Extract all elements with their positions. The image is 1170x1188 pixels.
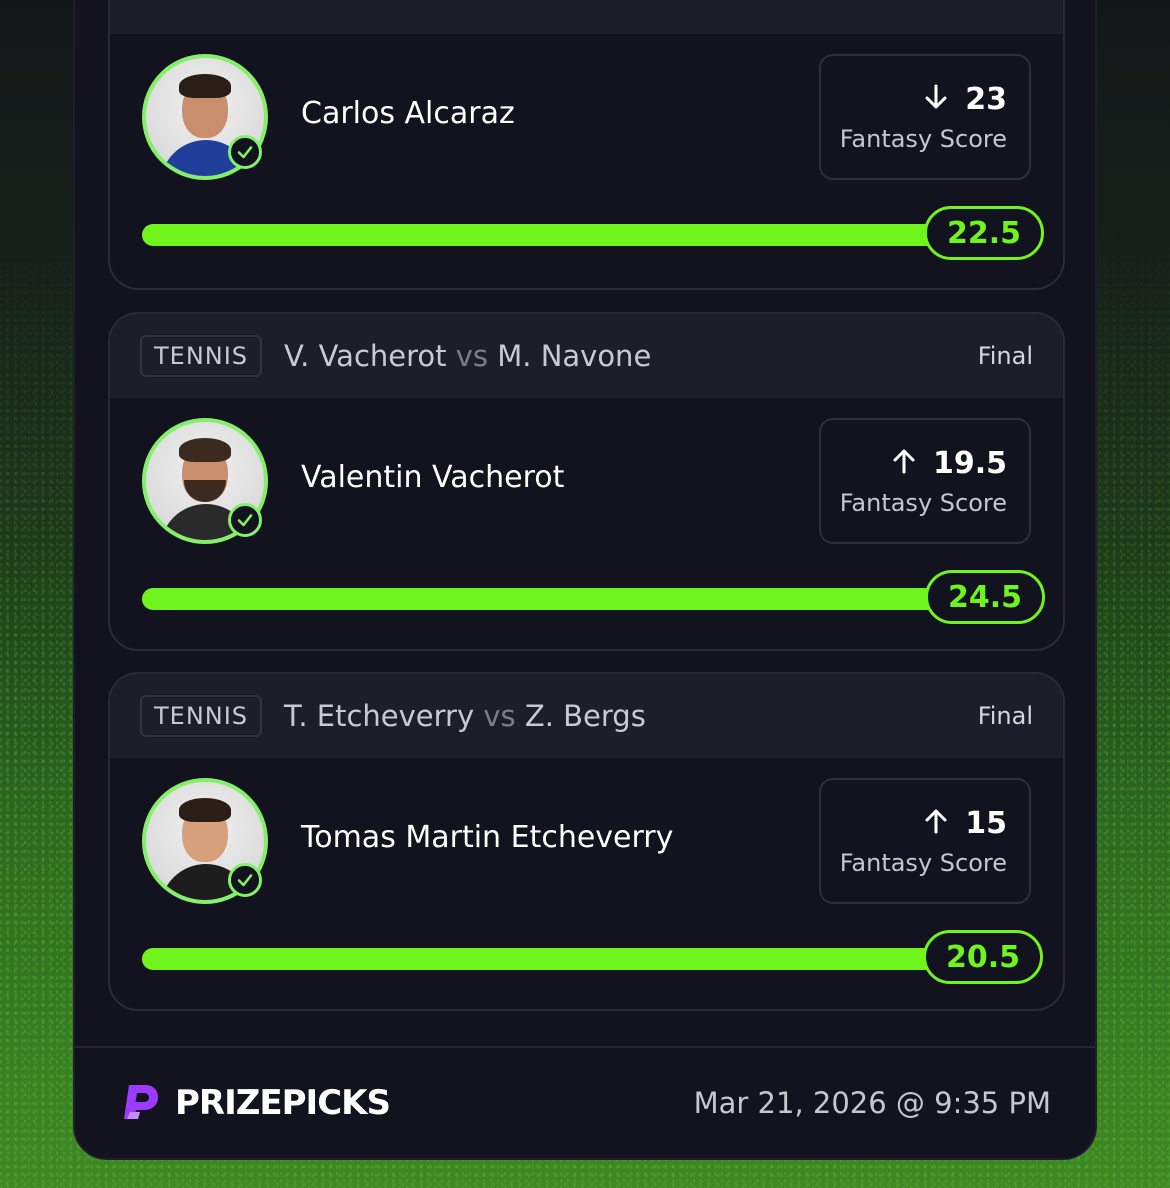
card-header: TENNIS V. Vacherot vs M. Navone Final (110, 314, 1063, 398)
fantasy-score-value: 19.5 (932, 445, 1007, 481)
card-header (110, 0, 1063, 34)
progress-track (142, 224, 1032, 246)
card-header: TENNIS T. Etcheverry vs Z. Bergs Final (110, 674, 1063, 758)
player-name: Tomas Martin Etcheverry (301, 820, 674, 855)
sport-tag: TENNIS (140, 695, 263, 737)
result-pill: 22.5 (924, 206, 1045, 260)
game-status: Final (977, 342, 1033, 370)
card-body: Carlos Alcaraz 23 Fantasy Score 22.5 (110, 34, 1063, 287)
fantasy-score-label: Fantasy Score (839, 488, 1007, 517)
check-icon (228, 135, 262, 169)
result-pill: 20.5 (923, 930, 1044, 984)
check-icon (228, 503, 262, 537)
player-name: Carlos Alcaraz (301, 96, 515, 131)
footer: PRIZEPICKS Mar 21, 2026 @ 9:35 PM (75, 1046, 1095, 1158)
entry-date: Mar 21, 2026 @ 9:35 PM (693, 1086, 1051, 1120)
card-body: Valentin Vacherot 19.5 Fantasy Score 24.… (110, 398, 1063, 649)
check-icon (228, 863, 262, 897)
pick-card[interactable]: TENNIS V. Vacherot vs M. Navone Final Va… (108, 312, 1065, 651)
brand-name: PRIZEPICKS (175, 1083, 391, 1123)
fantasy-score-label: Fantasy Score (839, 124, 1007, 153)
arrow-up-icon (921, 806, 951, 840)
fantasy-score-value: 15 (965, 805, 1007, 841)
result-pill: 24.5 (925, 570, 1046, 624)
progress-fill (142, 948, 1032, 970)
matchup: V. Vacherot vs M. Navone (284, 339, 652, 373)
fantasy-score-value: 23 (965, 81, 1007, 117)
game-status: Final (977, 702, 1033, 730)
brand-logo[interactable]: PRIZEPICKS (119, 1079, 391, 1127)
matchup: T. Etcheverry vs Z. Bergs (284, 699, 646, 733)
sport-tag: TENNIS (140, 335, 263, 377)
arrow-down-icon (921, 82, 951, 116)
progress-track (142, 948, 1032, 970)
entry-panel: Carlos Alcaraz 23 Fantasy Score 22.5 TEN… (73, 0, 1097, 1160)
card-body: Tomas Martin Etcheverry 15 Fantasy Score… (110, 758, 1063, 1009)
arrow-up-icon (889, 446, 919, 480)
player-name: Valentin Vacherot (301, 460, 565, 495)
fantasy-score-label: Fantasy Score (839, 848, 1007, 877)
fantasy-score-box: 23 Fantasy Score (819, 54, 1031, 180)
progress-fill (142, 224, 1032, 246)
fantasy-score-box: 15 Fantasy Score (819, 778, 1031, 904)
prizepicks-logo-icon (119, 1079, 163, 1127)
pick-card[interactable]: Carlos Alcaraz 23 Fantasy Score 22.5 (108, 0, 1065, 290)
progress-fill (142, 588, 1032, 610)
fantasy-score-box: 19.5 Fantasy Score (819, 418, 1031, 544)
progress-track (142, 588, 1032, 610)
pick-card[interactable]: TENNIS T. Etcheverry vs Z. Bergs Final T… (108, 672, 1065, 1011)
